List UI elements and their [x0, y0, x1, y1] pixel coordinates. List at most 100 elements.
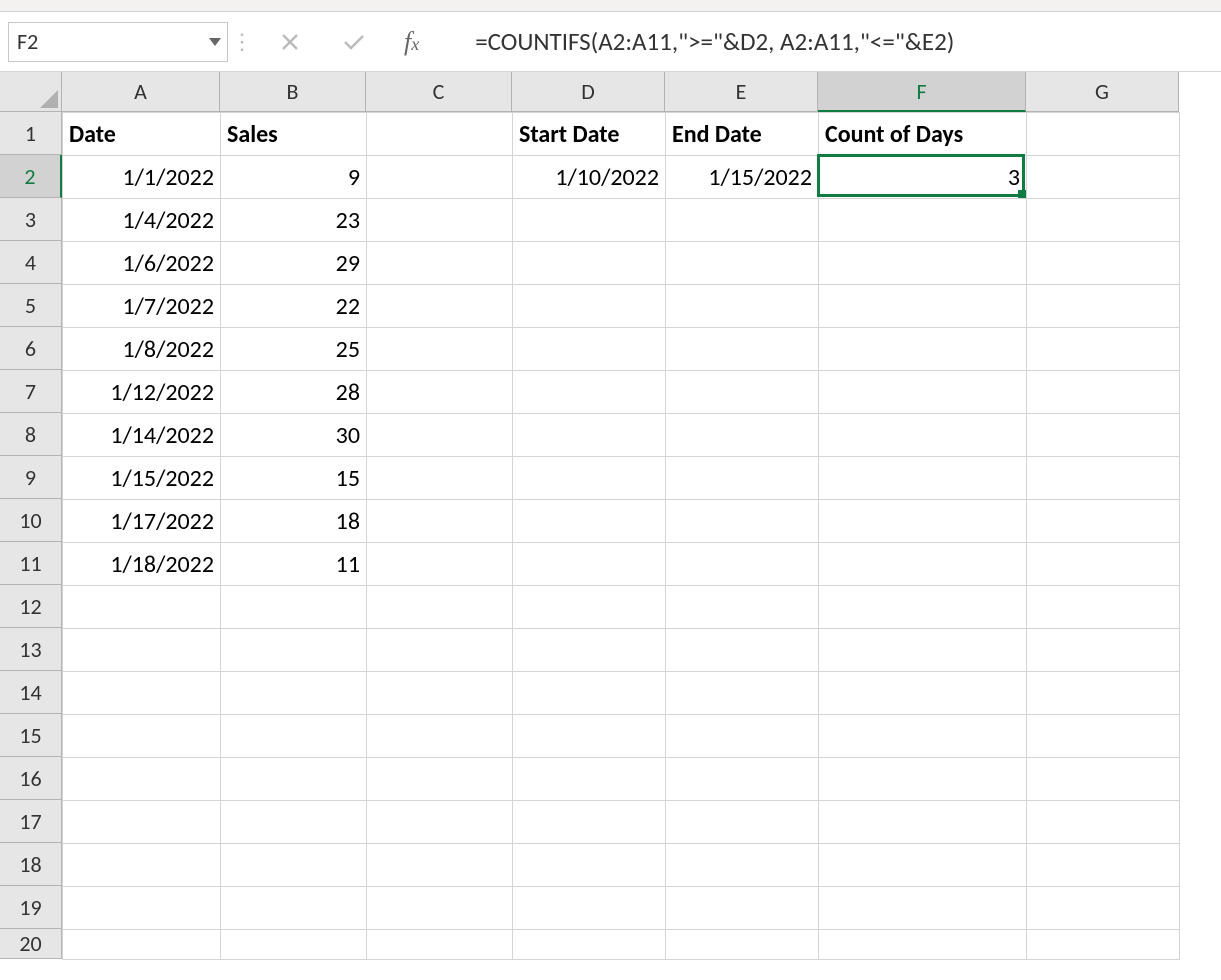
cell-E2[interactable]: 1/15/2022	[666, 156, 819, 199]
row-header-2[interactable]: 2	[0, 155, 62, 198]
cell-C10[interactable]	[367, 500, 513, 543]
cell-F13[interactable]	[819, 629, 1027, 672]
row-header-13[interactable]: 13	[0, 628, 62, 671]
cell-B20[interactable]	[221, 930, 367, 960]
cell-D20[interactable]	[513, 930, 666, 960]
cell-D2[interactable]: 1/10/2022	[513, 156, 666, 199]
cell-A17[interactable]	[63, 801, 221, 844]
cell-B11[interactable]: 11	[221, 543, 367, 586]
column-header-F[interactable]: F	[818, 72, 1026, 112]
cell-G16[interactable]	[1027, 758, 1180, 801]
cell-D15[interactable]	[513, 715, 666, 758]
cell-B15[interactable]	[221, 715, 367, 758]
column-header-B[interactable]: B	[220, 72, 366, 112]
cell-B6[interactable]: 25	[221, 328, 367, 371]
cell-G10[interactable]	[1027, 500, 1180, 543]
cell-G18[interactable]	[1027, 844, 1180, 887]
row-header-17[interactable]: 17	[0, 800, 62, 843]
cell-D6[interactable]	[513, 328, 666, 371]
cell-B19[interactable]	[221, 887, 367, 930]
row-header-3[interactable]: 3	[0, 198, 62, 241]
cell-D1[interactable]: Start Date	[513, 113, 666, 156]
cell-C8[interactable]	[367, 414, 513, 457]
cell-E19[interactable]	[666, 887, 819, 930]
cell-D4[interactable]	[513, 242, 666, 285]
cell-B4[interactable]: 29	[221, 242, 367, 285]
row-header-10[interactable]: 10	[0, 499, 62, 542]
cell-A1[interactable]: Date	[63, 113, 221, 156]
cell-F3[interactable]	[819, 199, 1027, 242]
cell-E4[interactable]	[666, 242, 819, 285]
cell-G7[interactable]	[1027, 371, 1180, 414]
cell-D3[interactable]	[513, 199, 666, 242]
cell-F15[interactable]	[819, 715, 1027, 758]
cell-D19[interactable]	[513, 887, 666, 930]
cell-C12[interactable]	[367, 586, 513, 629]
cell-A13[interactable]	[63, 629, 221, 672]
cell-E1[interactable]: End Date	[666, 113, 819, 156]
column-header-G[interactable]: G	[1026, 72, 1179, 112]
cell-D10[interactable]	[513, 500, 666, 543]
cell-A10[interactable]: 1/17/2022	[63, 500, 221, 543]
cell-A14[interactable]	[63, 672, 221, 715]
cell-C13[interactable]	[367, 629, 513, 672]
cell-F10[interactable]	[819, 500, 1027, 543]
cell-F11[interactable]	[819, 543, 1027, 586]
cell-B14[interactable]	[221, 672, 367, 715]
cell-B3[interactable]: 23	[221, 199, 367, 242]
cell-E11[interactable]	[666, 543, 819, 586]
cell-F1[interactable]: Count of Days	[819, 113, 1027, 156]
cell-F7[interactable]	[819, 371, 1027, 414]
cell-E18[interactable]	[666, 844, 819, 887]
cell-B5[interactable]: 22	[221, 285, 367, 328]
cell-A8[interactable]: 1/14/2022	[63, 414, 221, 457]
row-header-15[interactable]: 15	[0, 714, 62, 757]
cell-B1[interactable]: Sales	[221, 113, 367, 156]
row-header-1[interactable]: 1	[0, 112, 62, 155]
cell-G4[interactable]	[1027, 242, 1180, 285]
cell-C11[interactable]	[367, 543, 513, 586]
row-header-6[interactable]: 6	[0, 327, 62, 370]
cell-G13[interactable]	[1027, 629, 1180, 672]
cell-D17[interactable]	[513, 801, 666, 844]
cell-E10[interactable]	[666, 500, 819, 543]
cell-F4[interactable]	[819, 242, 1027, 285]
cell-G14[interactable]	[1027, 672, 1180, 715]
cell-A18[interactable]	[63, 844, 221, 887]
cell-E9[interactable]	[666, 457, 819, 500]
cell-C4[interactable]	[367, 242, 513, 285]
row-header-20[interactable]: 20	[0, 929, 62, 959]
cell-B2[interactable]: 9	[221, 156, 367, 199]
cell-A7[interactable]: 1/12/2022	[63, 371, 221, 414]
cell-G17[interactable]	[1027, 801, 1180, 844]
cell-B16[interactable]	[221, 758, 367, 801]
column-header-C[interactable]: C	[366, 72, 512, 112]
cell-C15[interactable]	[367, 715, 513, 758]
cell-C9[interactable]	[367, 457, 513, 500]
cell-G1[interactable]	[1027, 113, 1180, 156]
cell-E20[interactable]	[666, 930, 819, 960]
cell-C16[interactable]	[367, 758, 513, 801]
cell-F18[interactable]	[819, 844, 1027, 887]
cell-E17[interactable]	[666, 801, 819, 844]
column-header-E[interactable]: E	[665, 72, 818, 112]
cell-B17[interactable]	[221, 801, 367, 844]
cell-E3[interactable]	[666, 199, 819, 242]
cell-E5[interactable]	[666, 285, 819, 328]
row-header-4[interactable]: 4	[0, 241, 62, 284]
row-header-16[interactable]: 16	[0, 757, 62, 800]
cell-C18[interactable]	[367, 844, 513, 887]
row-header-7[interactable]: 7	[0, 370, 62, 413]
cell-F20[interactable]	[819, 930, 1027, 960]
row-header-9[interactable]: 9	[0, 456, 62, 499]
cell-D13[interactable]	[513, 629, 666, 672]
row-header-19[interactable]: 19	[0, 886, 62, 929]
column-header-A[interactable]: A	[62, 72, 220, 112]
cell-A12[interactable]	[63, 586, 221, 629]
cell-A11[interactable]: 1/18/2022	[63, 543, 221, 586]
cell-C2[interactable]	[367, 156, 513, 199]
cell-G5[interactable]	[1027, 285, 1180, 328]
cell-C7[interactable]	[367, 371, 513, 414]
row-header-18[interactable]: 18	[0, 843, 62, 886]
cell-C20[interactable]	[367, 930, 513, 960]
